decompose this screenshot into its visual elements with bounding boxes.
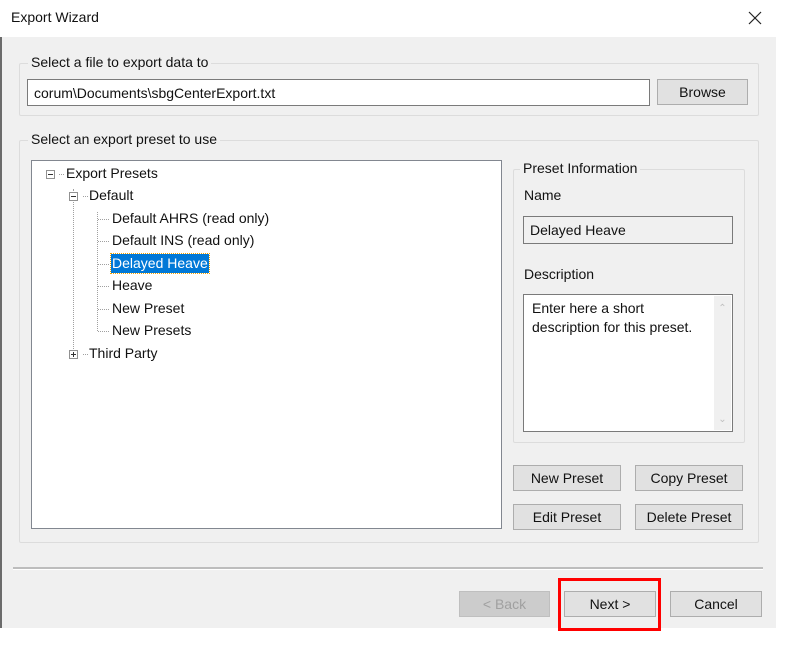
expand-toggle-third-party[interactable] [69, 350, 78, 359]
tree-node-default-ahrs[interactable]: Default AHRS (read only) [111, 209, 270, 228]
tree-connector [97, 212, 98, 331]
file-path-value: corum\Documents\sbgCenterExport.txt [34, 84, 276, 101]
tree-connector [59, 174, 64, 175]
tree-connector [98, 264, 109, 265]
close-button[interactable] [744, 7, 766, 29]
preset-name-value: Delayed Heave [530, 222, 626, 238]
back-button[interactable]: < Back [459, 591, 550, 617]
tree-node-default[interactable]: Default [88, 186, 134, 205]
cancel-button[interactable]: Cancel [670, 591, 762, 617]
description-label: Description [524, 266, 595, 282]
tree-node-export-presets[interactable]: Export Presets [65, 164, 159, 183]
tree-connector [98, 219, 109, 220]
tree-connector [73, 189, 74, 353]
preset-description-value: Enter here a short description for this … [532, 300, 693, 335]
preset-info-legend: Preset Information [520, 160, 641, 176]
tree-connector [98, 241, 109, 242]
tree-node-heave[interactable]: Heave [111, 276, 153, 295]
next-button[interactable]: Next > [564, 591, 656, 617]
collapse-toggle-export-presets[interactable] [46, 170, 55, 179]
preset-name-field[interactable]: Delayed Heave [523, 216, 733, 244]
window-title: Export Wizard [11, 9, 99, 25]
file-path-input[interactable]: corum\Documents\sbgCenterExport.txt [27, 79, 650, 106]
file-group-legend: Select a file to export data to [28, 54, 212, 70]
name-label: Name [524, 187, 562, 203]
delete-preset-button[interactable]: Delete Preset [635, 504, 743, 530]
preset-tree[interactable]: Export Presets Default Default AHRS (rea… [31, 160, 502, 529]
tree-node-new-preset[interactable]: New Preset [111, 299, 185, 318]
title-bar: Export Wizard [0, 0, 796, 37]
collapse-toggle-default[interactable] [69, 192, 78, 201]
preset-description-field[interactable]: Enter here a short description for this … [523, 294, 733, 432]
tree-connector [98, 286, 109, 287]
scroll-down-icon[interactable]: ⌄ [718, 415, 727, 425]
tree-node-third-party[interactable]: Third Party [88, 344, 158, 363]
tree-node-new-presets[interactable]: New Presets [111, 321, 192, 340]
browse-button[interactable]: Browse [657, 79, 748, 105]
new-preset-button[interactable]: New Preset [513, 465, 621, 491]
close-icon [748, 11, 762, 25]
preset-group-legend: Select an export preset to use [28, 131, 220, 147]
copy-preset-button[interactable]: Copy Preset [635, 465, 743, 491]
tree-connector [98, 331, 109, 332]
tree-node-delayed-heave[interactable]: Delayed Heave [110, 253, 210, 274]
tree-node-default-ins[interactable]: Default INS (read only) [111, 231, 255, 250]
tree-connector [98, 309, 109, 310]
description-scrollbar[interactable]: ⌃ ⌄ [714, 296, 731, 430]
footer-separator [13, 567, 763, 570]
edit-preset-button[interactable]: Edit Preset [513, 504, 621, 530]
scroll-up-icon[interactable]: ⌃ [718, 304, 727, 314]
